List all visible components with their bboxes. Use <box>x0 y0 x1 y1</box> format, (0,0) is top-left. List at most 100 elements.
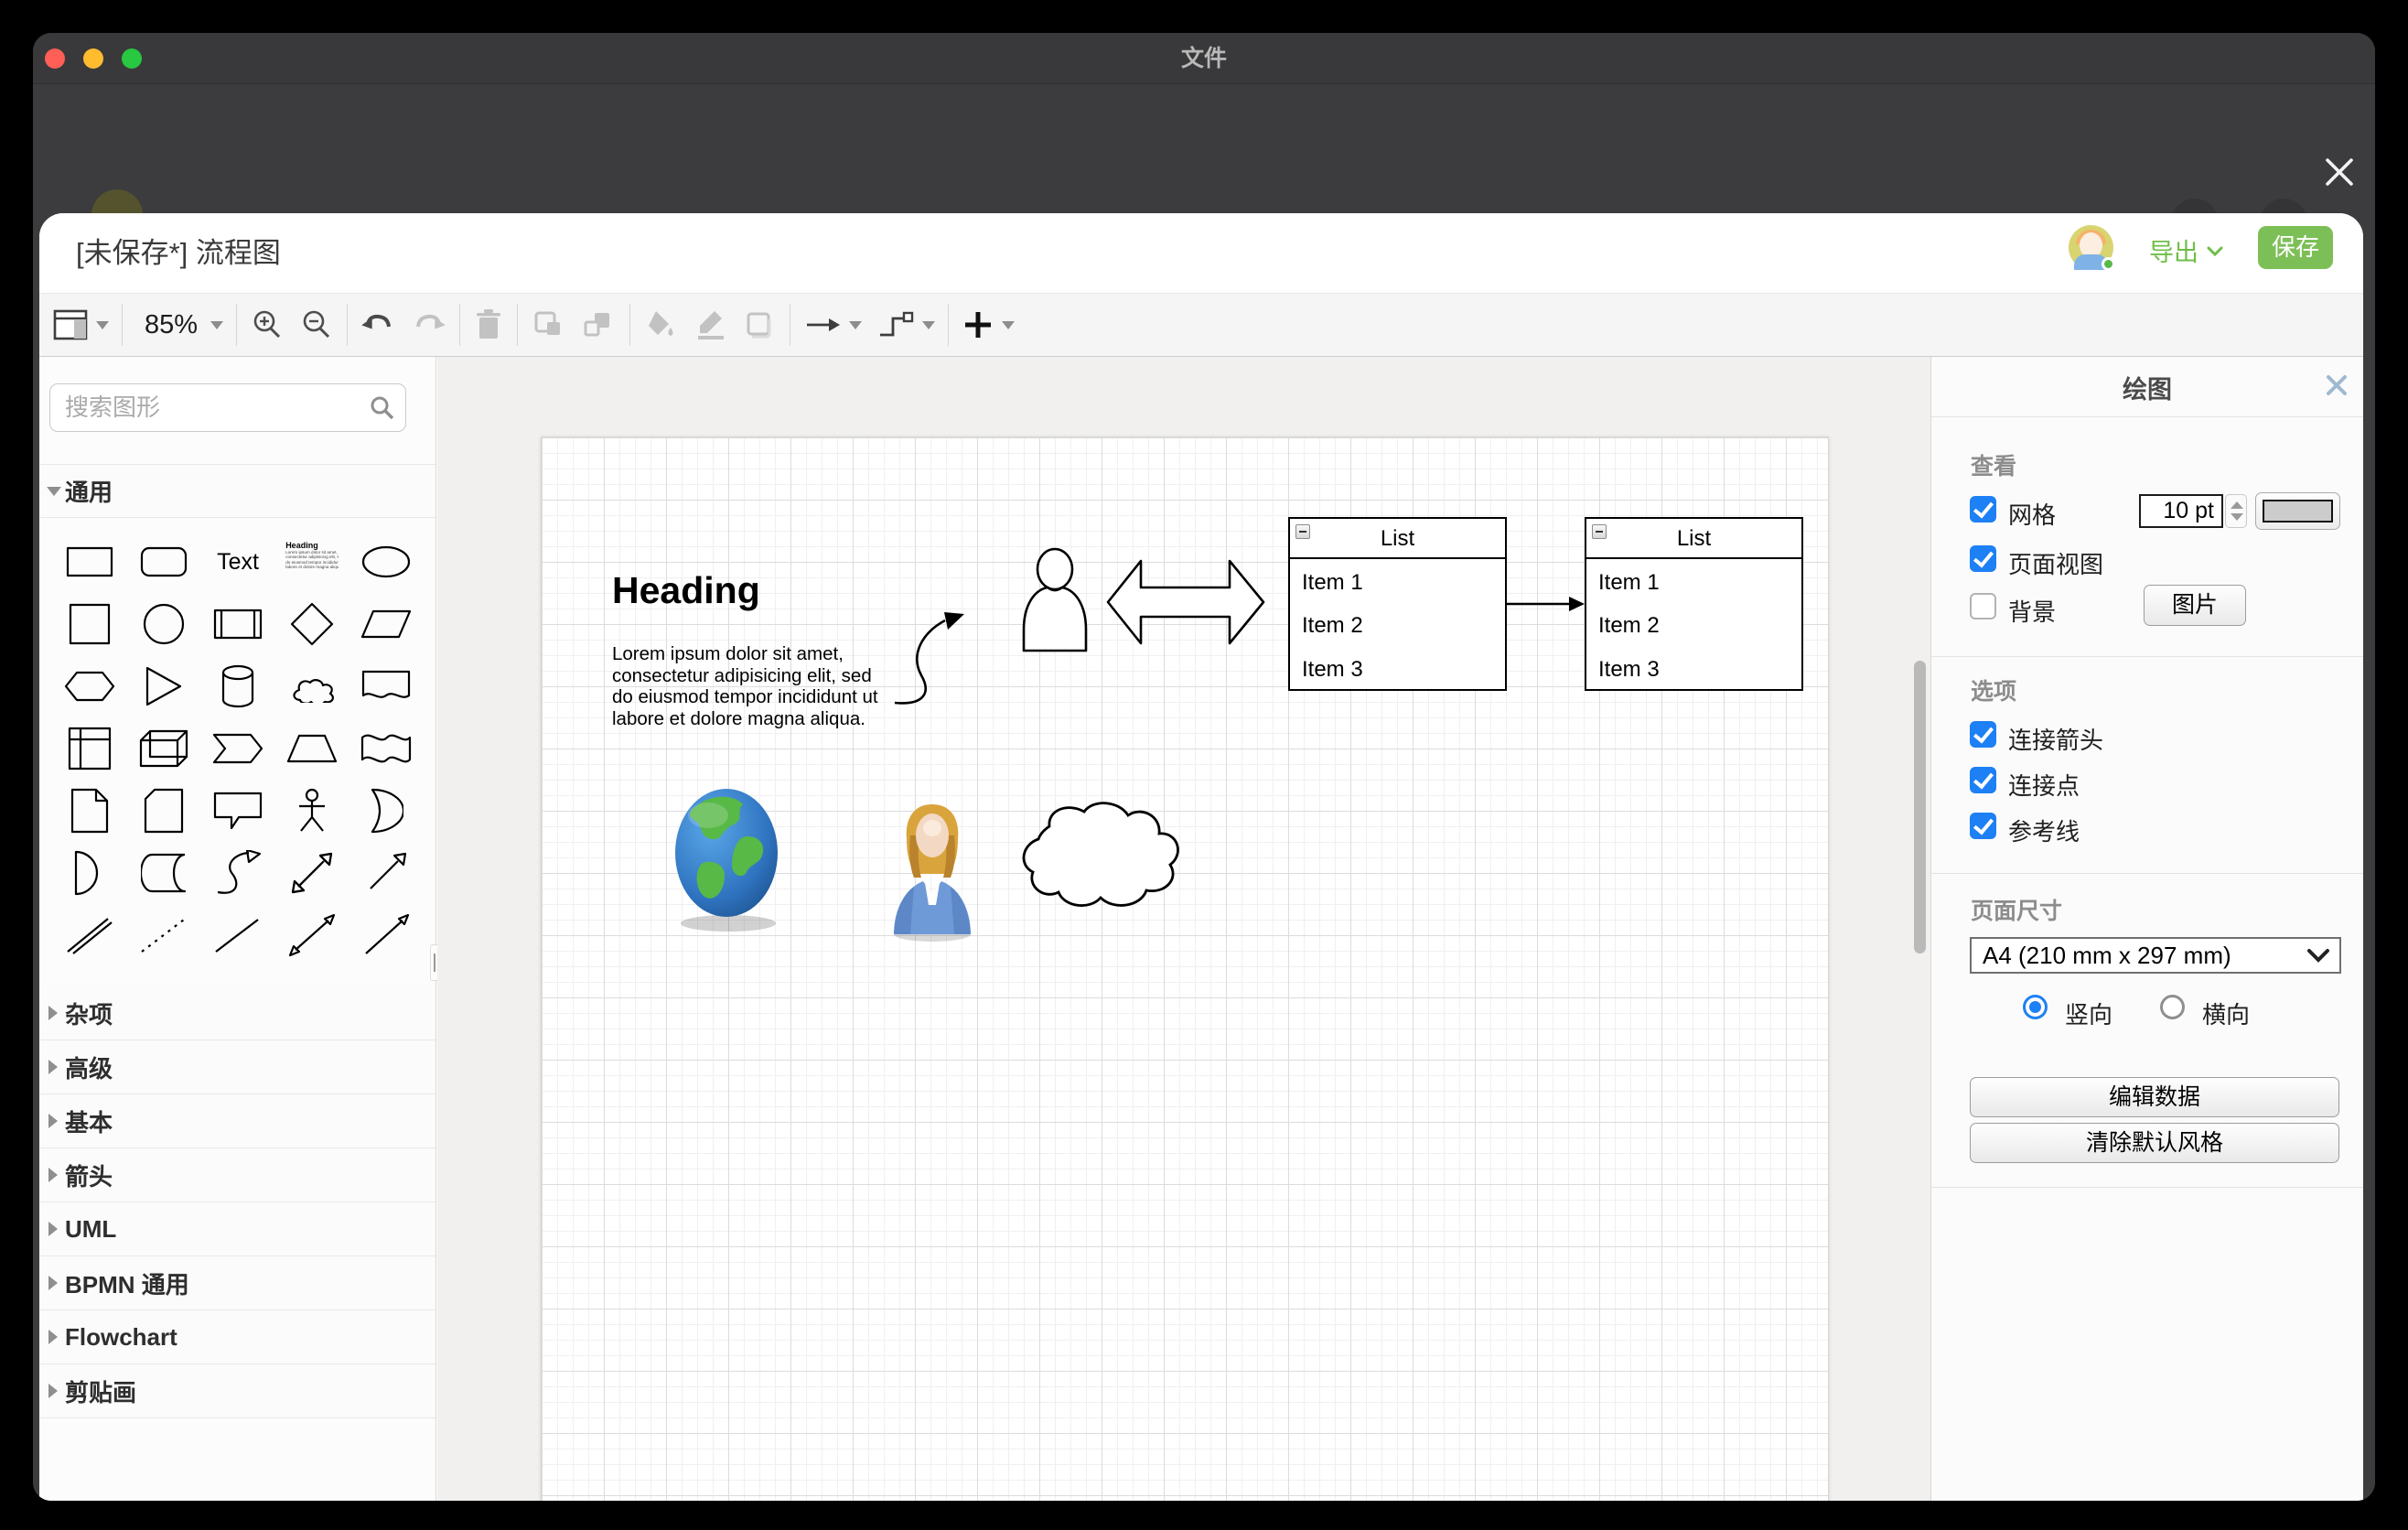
stepper-up-icon[interactable] <box>2231 501 2243 509</box>
list-item[interactable]: Item 2 <box>1290 604 1505 647</box>
save-button[interactable]: 保存 <box>2258 226 2333 269</box>
list-item[interactable]: Item 1 <box>1586 561 1801 604</box>
shape-document[interactable] <box>361 669 411 704</box>
page-view-button[interactable] <box>52 307 109 343</box>
fill-color-button[interactable] <box>643 307 680 342</box>
shape-tape[interactable] <box>360 730 412 767</box>
shape-or[interactable] <box>369 788 403 834</box>
grid-size-stepper[interactable] <box>2225 494 2247 528</box>
shape-directional-connection[interactable] <box>362 913 410 957</box>
shape-rounded-rectangle[interactable] <box>140 545 188 578</box>
shape-square[interactable] <box>69 603 111 645</box>
connector-arrow[interactable] <box>1507 587 1586 620</box>
shape-ellipse[interactable] <box>361 544 411 579</box>
stepper-down-icon[interactable] <box>2231 513 2243 521</box>
canvas-heading-text[interactable]: Heading <box>612 569 760 612</box>
list-shape-1[interactable]: List Item 1 Item 2 Item 3 <box>1288 517 1507 691</box>
curve-arrow-shape[interactable] <box>893 610 984 711</box>
sidebar-section-general[interactable]: 通用 <box>39 464 435 518</box>
waypoint-style-button[interactable] <box>876 307 935 342</box>
shape-cube[interactable] <box>139 729 188 768</box>
shape-text[interactable]: Text <box>217 549 259 576</box>
to-back-button[interactable] <box>580 307 617 342</box>
list-shape-2[interactable]: List Item 1 Item 2 Item 3 <box>1585 517 1803 691</box>
sidebar-section-flowchart[interactable]: Flowchart <box>39 1310 435 1364</box>
shape-and[interactable] <box>72 850 107 896</box>
shape-cylinder[interactable] <box>220 663 255 709</box>
shape-line[interactable] <box>214 915 262 955</box>
shape-card[interactable] <box>144 788 184 834</box>
sidebar-section-clipart[interactable]: 剪贴画 <box>39 1364 435 1418</box>
cloud-shape[interactable] <box>1009 781 1185 921</box>
person-shape[interactable] <box>1020 547 1091 653</box>
shape-diagonal-arrow[interactable] <box>363 850 409 896</box>
shape-link[interactable] <box>66 915 113 955</box>
globe-clipart[interactable] <box>672 784 785 940</box>
list-item[interactable]: Item 3 <box>1290 648 1505 691</box>
background-image-button[interactable]: 图片 <box>2144 585 2246 626</box>
shape-data-storage[interactable] <box>141 853 187 893</box>
shape-circle[interactable] <box>142 602 186 646</box>
shape-internal-storage[interactable] <box>68 727 112 770</box>
delete-button[interactable] <box>473 307 504 342</box>
connection-points-checkbox[interactable] <box>1970 767 1996 793</box>
shape-rectangle[interactable] <box>66 545 113 578</box>
shape-note[interactable] <box>70 788 109 834</box>
grid-checkbox[interactable] <box>1970 496 1996 523</box>
shape-trapezoid[interactable] <box>286 733 338 764</box>
sidebar-section-arrows[interactable]: 箭头 <box>39 1148 435 1202</box>
zoom-in-button[interactable] <box>250 307 285 342</box>
to-front-button[interactable] <box>531 307 567 342</box>
shape-hexagon[interactable] <box>64 670 115 703</box>
undo-button[interactable] <box>360 308 397 341</box>
shape-process[interactable] <box>213 608 263 641</box>
background-checkbox[interactable] <box>1970 593 1996 620</box>
shape-triangle[interactable] <box>145 665 183 707</box>
sidebar-section-bpmn[interactable]: BPMN 通用 <box>39 1256 435 1310</box>
canvas-paragraph-text[interactable]: Lorem ipsum dolor sit amet, consectetur … <box>612 643 887 729</box>
sidebar-section-basic[interactable]: 基本 <box>39 1094 435 1148</box>
shape-actor[interactable] <box>296 788 328 834</box>
businesswoman-clipart[interactable] <box>887 799 978 942</box>
shape-callout[interactable] <box>213 792 263 830</box>
edit-data-button[interactable]: 编辑数据 <box>1970 1077 2339 1117</box>
search-input[interactable] <box>49 383 406 432</box>
drawing-canvas[interactable]: Heading Lorem ipsum dolor sit amet, cons… <box>437 357 1930 1501</box>
landscape-radio[interactable] <box>2160 995 2185 1019</box>
list-item[interactable]: Item 2 <box>1586 604 1801 647</box>
close-modal-icon[interactable] <box>2322 155 2357 189</box>
shape-bidirectional-connection[interactable] <box>288 913 336 957</box>
page-size-select[interactable]: A4 (210 mm x 297 mm) <box>1970 937 2341 974</box>
shape-cloud[interactable] <box>286 670 338 703</box>
zoom-out-button[interactable] <box>299 307 334 342</box>
grid-color-swatch[interactable] <box>2255 492 2340 530</box>
sidebar-section-advanced[interactable]: 高级 <box>39 1040 435 1094</box>
shape-parallelogram[interactable] <box>360 609 412 640</box>
page-view-checkbox[interactable] <box>1970 545 1996 572</box>
guides-checkbox[interactable] <box>1970 813 1996 839</box>
connection-arrows-checkbox[interactable] <box>1970 721 1996 748</box>
vertical-scrollbar[interactable] <box>1914 661 1926 954</box>
list-item[interactable]: Item 1 <box>1290 561 1505 604</box>
grid-size-input[interactable] <box>2139 494 2223 528</box>
list-item[interactable]: Item 3 <box>1586 648 1801 691</box>
shape-diamond[interactable] <box>290 602 334 646</box>
portrait-radio[interactable] <box>2023 995 2048 1019</box>
sidebar-section-uml[interactable]: UML <box>39 1202 435 1256</box>
shape-dashed-line[interactable] <box>140 915 188 955</box>
redo-button[interactable] <box>410 308 446 341</box>
connection-style-button[interactable] <box>803 309 862 340</box>
insert-button[interactable] <box>962 308 1015 341</box>
user-avatar[interactable] <box>2069 225 2113 270</box>
line-color-button[interactable] <box>693 307 729 342</box>
zoom-level-button[interactable]: 85% <box>135 310 223 340</box>
close-panel-icon[interactable] <box>2325 373 2349 397</box>
sidebar-section-misc[interactable]: 杂项 <box>39 986 435 1040</box>
double-arrow-shape[interactable] <box>1105 550 1266 655</box>
shadow-button[interactable] <box>742 307 777 342</box>
shape-curve[interactable] <box>214 850 262 896</box>
export-button[interactable]: 导出 <box>2149 213 2224 293</box>
shape-textbox[interactable]: Heading Lorem ipsum dolor sit amet, cons… <box>285 541 339 583</box>
clear-default-style-button[interactable]: 清除默认风格 <box>1970 1123 2339 1163</box>
shape-step[interactable] <box>212 732 263 765</box>
